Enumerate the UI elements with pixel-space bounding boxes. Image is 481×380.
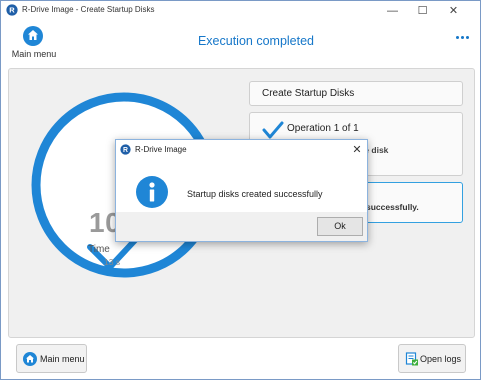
main-menu-button[interactable]: Main menu bbox=[16, 344, 87, 373]
close-icon: ✕ bbox=[352, 144, 362, 156]
header: Main menu Execution completed bbox=[1, 20, 480, 66]
operation-header-title: Create Startup Disks bbox=[262, 88, 355, 99]
result-text: successfully. bbox=[366, 202, 419, 212]
info-dialog: R R-Drive Image ✕ Startup disks created … bbox=[115, 139, 368, 242]
dialog-title-bar: R R-Drive Image ✕ bbox=[116, 140, 367, 160]
svg-text:R: R bbox=[123, 147, 128, 154]
ok-button[interactable]: Ok bbox=[317, 217, 363, 236]
more-dots-icon[interactable] bbox=[456, 36, 470, 42]
title-bar: R R-Drive Image - Create Startup Disks —… bbox=[1, 1, 480, 20]
app-window: R R-Drive Image - Create Startup Disks —… bbox=[0, 0, 481, 380]
main-menu-header-label: Main menu bbox=[11, 49, 57, 59]
dialog-body: Startup disks created successfully bbox=[116, 160, 367, 212]
home-icon bbox=[23, 26, 43, 46]
operation-check-icon bbox=[262, 121, 284, 139]
dialog-footer: Ok bbox=[116, 212, 367, 241]
close-window-button[interactable]: ✕ bbox=[438, 1, 469, 20]
page-title: Execution completed bbox=[197, 34, 315, 48]
time-label: Time bbox=[88, 244, 110, 255]
r-drive-app-icon: R bbox=[6, 4, 18, 16]
maximize-icon: ☐ bbox=[417, 5, 428, 17]
dialog-title: R-Drive Image bbox=[135, 145, 187, 154]
open-logs-button-label: Open logs bbox=[420, 354, 462, 364]
main-menu-header-button[interactable]: Main menu bbox=[6, 23, 58, 63]
window-title: R-Drive Image - Create Startup Disks bbox=[22, 5, 155, 14]
minimize-icon: — bbox=[387, 4, 398, 17]
main-menu-button-label: Main menu bbox=[40, 354, 85, 364]
minimize-button[interactable]: — bbox=[377, 1, 408, 20]
close-icon: ✕ bbox=[448, 5, 459, 17]
info-icon bbox=[136, 176, 168, 208]
bottom-bar: Main menu Open logs bbox=[1, 340, 480, 379]
operation-title: Operation 1 of 1 bbox=[287, 123, 359, 134]
r-drive-app-icon: R bbox=[120, 144, 131, 155]
open-logs-button[interactable]: Open logs bbox=[398, 344, 466, 373]
operation-header-panel: Create Startup Disks bbox=[249, 81, 463, 106]
dialog-message: Startup disks created successfully bbox=[187, 189, 323, 199]
maximize-button[interactable]: ☐ bbox=[407, 1, 438, 20]
home-icon bbox=[23, 352, 37, 366]
svg-text:R: R bbox=[9, 6, 15, 15]
log-file-icon bbox=[405, 352, 418, 366]
dialog-close-button[interactable]: ✕ bbox=[348, 141, 366, 159]
time-value: 13 s bbox=[104, 257, 121, 267]
